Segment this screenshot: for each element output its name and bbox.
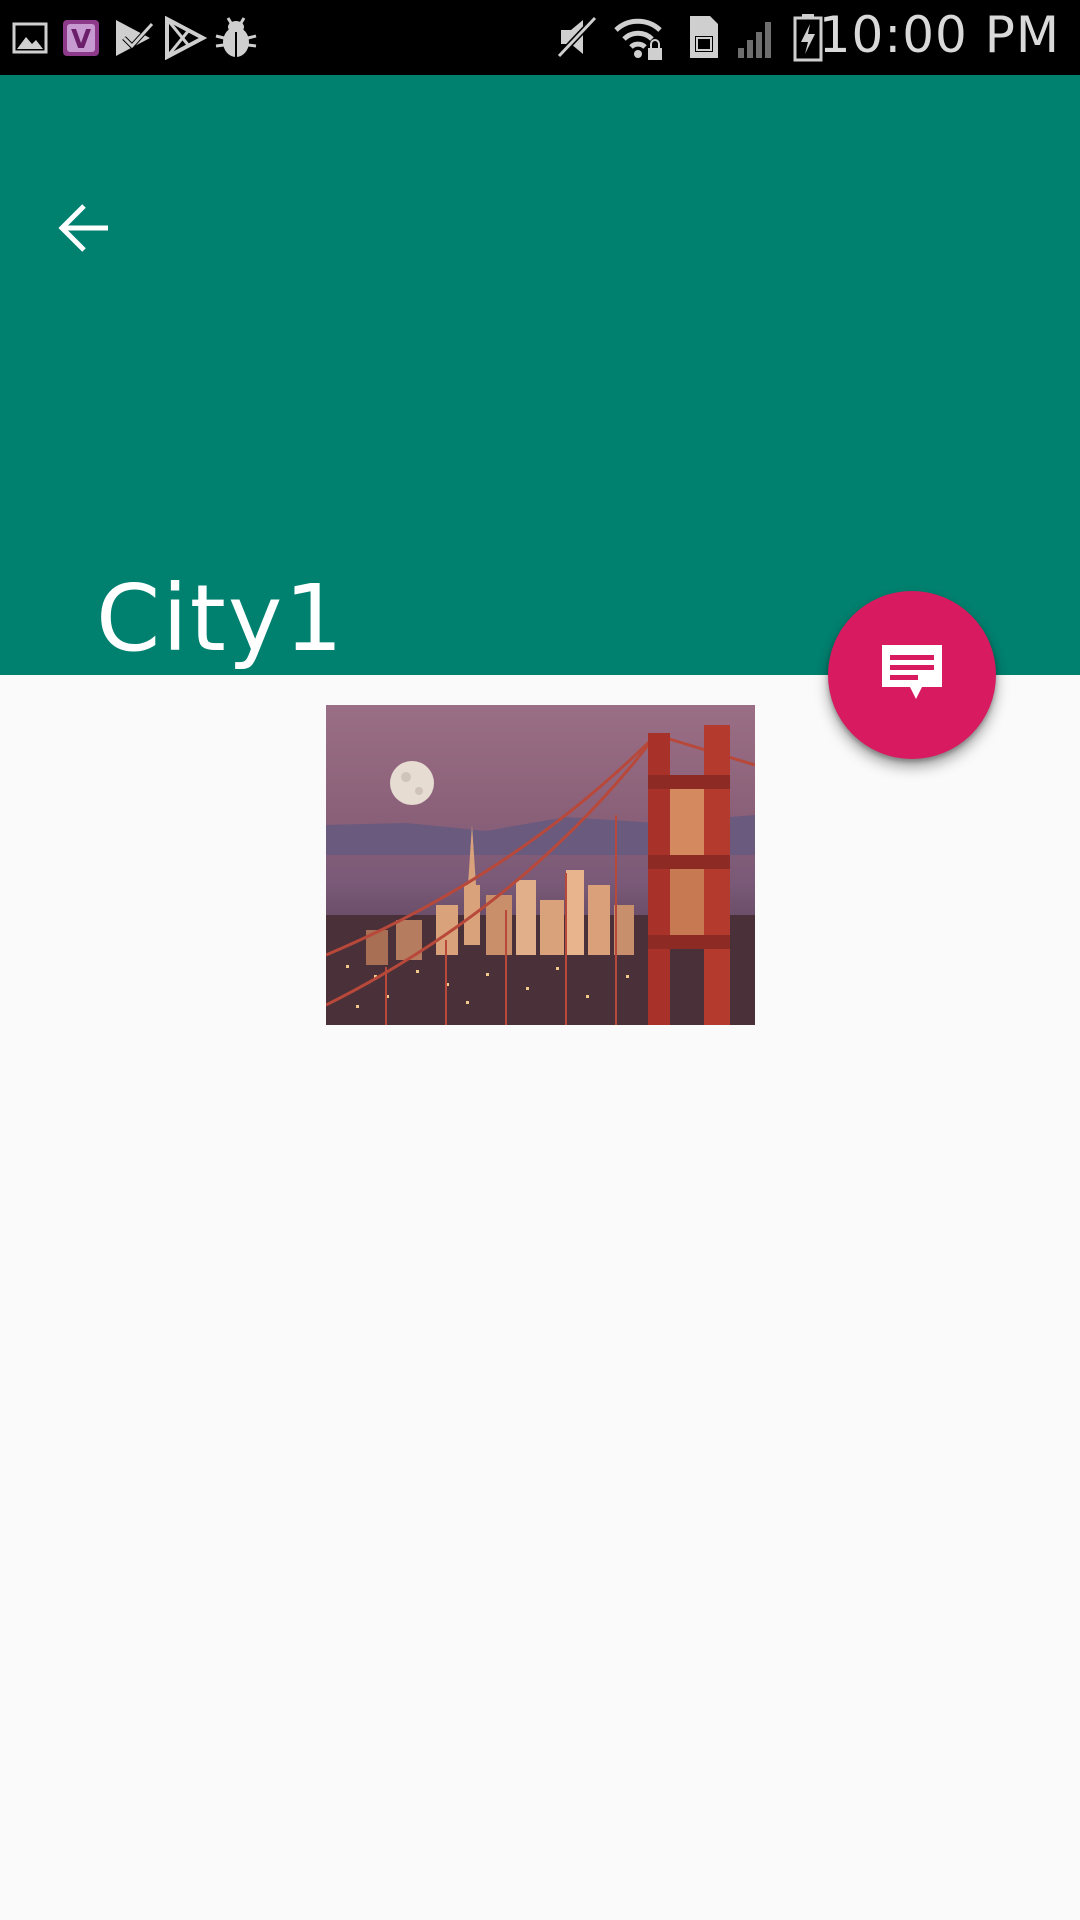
play-store-icon — [163, 15, 208, 65]
wifi-icon — [612, 12, 664, 67]
sim-icon — [686, 12, 722, 67]
signal-icon — [736, 14, 778, 65]
city-photo — [326, 705, 755, 1025]
status-bar: V 10:00 PM — [0, 0, 1080, 75]
tasks-icon — [112, 16, 156, 65]
app-bar: City1 — [0, 75, 1080, 675]
page-title: City1 — [96, 565, 345, 672]
gallery-icon — [12, 20, 48, 61]
message-icon — [878, 641, 946, 710]
bug-icon — [212, 14, 260, 67]
arrow-back-icon — [56, 200, 112, 261]
message-fab-button[interactable] — [828, 591, 996, 759]
viber-icon: V — [61, 18, 101, 63]
svg-text:V: V — [71, 25, 91, 55]
clock-text: 10:00 PM — [818, 6, 1060, 64]
mute-icon — [555, 14, 601, 65]
back-button[interactable] — [44, 190, 124, 270]
